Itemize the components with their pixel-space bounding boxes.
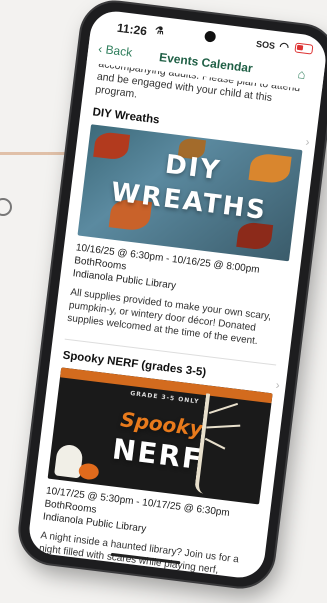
home-icon[interactable]: ⌂ — [297, 66, 313, 82]
tree-illustration — [193, 393, 250, 499]
event-banner-image: GRADE 3-5 ONLY Spooky NERF — [47, 367, 273, 505]
camera-cutout — [203, 30, 216, 43]
phone-frame: 11:26 ⚗ SOS ◠ ‹ Back Events Calendar ⌂ a… — [16, 0, 327, 591]
notification-icon: ⚗ — [154, 25, 165, 38]
phone-screen: 11:26 ⚗ SOS ◠ ‹ Back Events Calendar ⌂ a… — [26, 8, 327, 581]
events-list[interactable]: accompanying adults. Please plan to atte… — [27, 62, 322, 580]
battery-icon — [294, 42, 314, 55]
event-card[interactable]: DIY Wreaths › DIY WREATHS 10/16/25 @ 6:3… — [54, 95, 318, 358]
chevron-right-icon: › — [274, 378, 281, 393]
pumpkin-illustration — [77, 462, 100, 482]
event-card[interactable]: Spooky NERF (grades 3-5) › GRADE 3-5 ONL… — [27, 338, 288, 580]
wifi-icon: ◠ — [278, 40, 290, 54]
event-banner-image: DIY WREATHS — [77, 124, 303, 262]
status-time: 11:26 — [116, 20, 148, 39]
background-circle — [0, 198, 12, 216]
chevron-right-icon: › — [304, 134, 311, 150]
sos-indicator: SOS — [255, 38, 276, 51]
